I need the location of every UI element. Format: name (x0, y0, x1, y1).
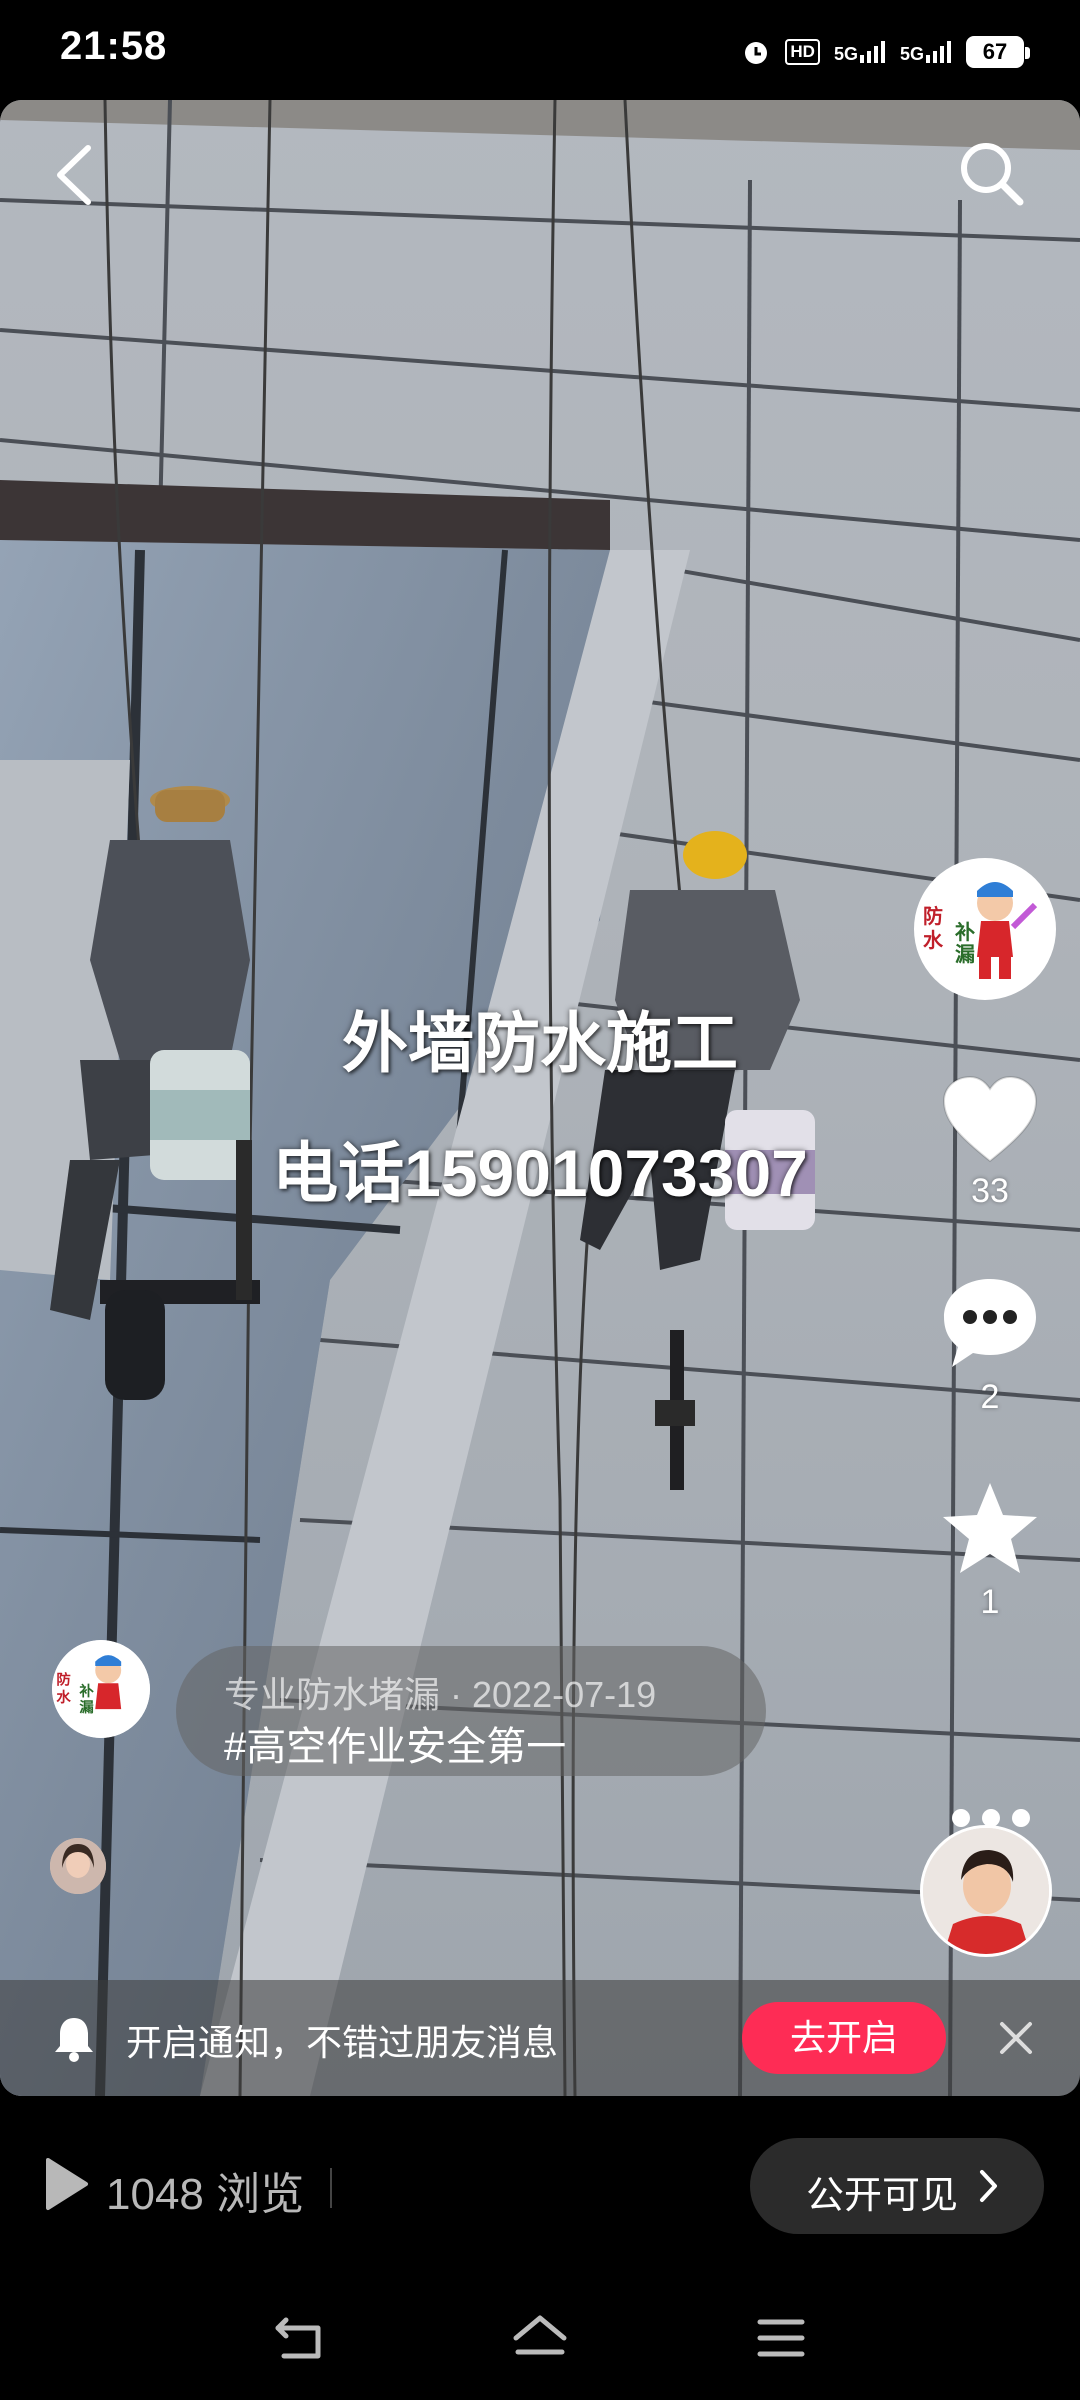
notification-text: 开启通知，不错过朋友消息 (126, 2022, 559, 2063)
search-button[interactable] (954, 136, 1028, 210)
back-icon (57, 145, 91, 205)
search-icon (961, 143, 1024, 206)
heart-icon (942, 1075, 1038, 1163)
svg-text:补: 补 (954, 920, 975, 944)
post-date: 2022-07-19 (472, 1674, 657, 1715)
system-nav-bar (0, 2276, 1080, 2400)
video-frame (0, 100, 1080, 2096)
play-icon (46, 2158, 88, 2210)
status-bar: 21:58 HD 5G 5G 67 (0, 0, 1080, 100)
svg-text:漏: 漏 (955, 942, 975, 966)
chevron-right-icon (980, 2170, 997, 2202)
network-2: 5G (900, 41, 952, 63)
svg-text:防: 防 (923, 904, 943, 928)
nav-menu-icon[interactable] (756, 2312, 806, 2364)
overlay-title: 外墙防水施工 (342, 1006, 738, 1080)
overlay-phone: 电话15901073307 (272, 1136, 808, 1210)
visibility-button[interactable]: 公开可见 (750, 2138, 1044, 2234)
alarm-icon (745, 42, 768, 64)
like-button[interactable]: 33 (930, 1075, 1050, 1211)
notification-bar: 开启通知，不错过朋友消息 去开启 (0, 1980, 1080, 2096)
like-count: 33 (971, 1172, 1009, 1210)
bottom-bar: 1048 浏览 公开可见 (0, 2096, 1080, 2276)
svg-text:防: 防 (56, 1671, 70, 1689)
hashtag[interactable]: #高空作业安全第一 (224, 1714, 566, 1772)
enable-notification-button[interactable]: 去开启 (742, 2002, 946, 2074)
hd-label: HD (785, 39, 820, 65)
visibility-label: 公开可见 (806, 2175, 959, 2217)
author-rail-avatar[interactable]: 防 水 补 漏 (914, 858, 1056, 1000)
favorite-button[interactable]: 1 (930, 1480, 1050, 1622)
signal-icon (926, 41, 951, 63)
author-name: 专业防水堵漏 (224, 1674, 441, 1715)
nav-home-icon[interactable] (510, 2312, 570, 2364)
svg-text:补: 补 (78, 1682, 94, 1700)
viewer-photo (50, 1838, 106, 1894)
viewer-avatar[interactable] (50, 1838, 106, 1894)
signal-icon (859, 41, 885, 63)
comment-button[interactable]: 2 (930, 1275, 1050, 1417)
video-player[interactable]: 外墙防水施工 电话15901073307 防 水 补 漏 33 2 1 防 水 … (0, 100, 1080, 2096)
network-1: 5G (834, 41, 886, 63)
music-avatar[interactable] (920, 1825, 1052, 1957)
battery-icon: 67 (966, 36, 1030, 68)
meta-separator: · (440, 1674, 473, 1715)
comment-count: 2 (980, 1378, 1000, 1416)
profile-photo (923, 1828, 1049, 1954)
status-icons: HD 5G 5G 67 (741, 30, 1030, 74)
view-count: 1048 浏览 (106, 2170, 305, 2219)
star-icon (943, 1483, 1037, 1573)
author-logo: 防 水 补 漏 (917, 861, 1053, 997)
author-logo: 防 水 补 漏 (52, 1640, 150, 1738)
caption-panel[interactable]: 专业防水堵漏 · 2022-07-19 #高空作业安全第一 (176, 1646, 766, 1776)
comment-icon (944, 1279, 1036, 1367)
svg-text:水: 水 (923, 928, 944, 952)
author-avatar[interactable]: 防 水 补 漏 (52, 1640, 150, 1738)
bell-icon (55, 2018, 93, 2062)
back-button[interactable] (44, 140, 104, 210)
svg-text:水: 水 (56, 1688, 71, 1706)
divider (330, 2168, 332, 2208)
caption-meta: 专业防水堵漏 · 2022-07-19 (224, 1666, 656, 1718)
nav-back-icon[interactable] (272, 2312, 328, 2364)
svg-text:漏: 漏 (79, 1699, 93, 1716)
status-time: 21:58 (60, 24, 168, 68)
favorite-count: 1 (980, 1583, 1000, 1621)
close-icon[interactable] (994, 2016, 1038, 2060)
